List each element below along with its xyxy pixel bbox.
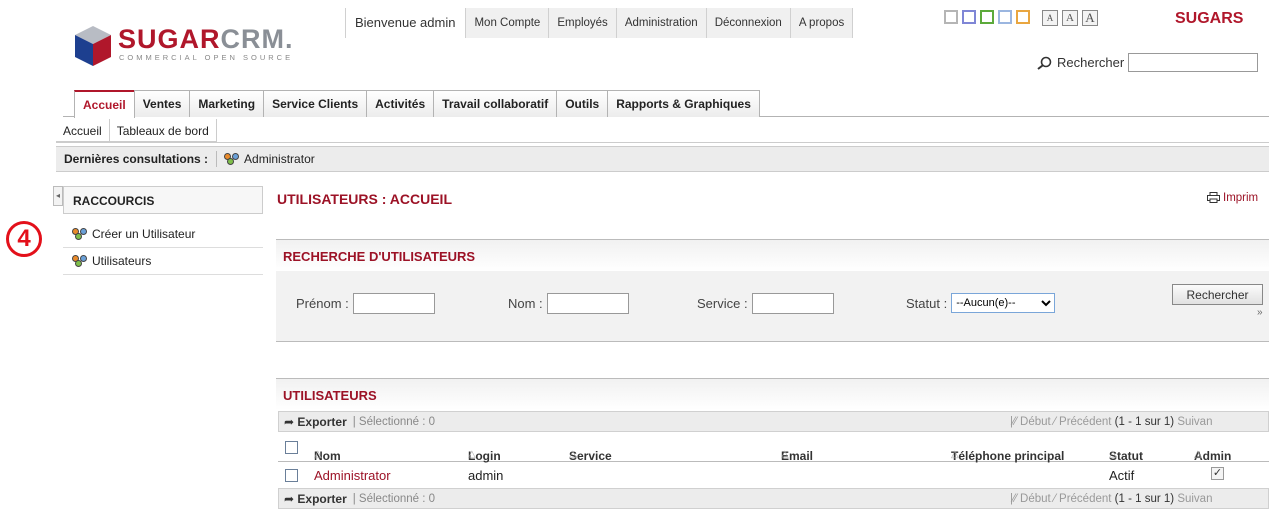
status-select[interactable]: --Aucun(e)-- [951, 293, 1056, 313]
department-label: Service : [697, 296, 748, 311]
selected-count-bottom: | Sélectionné : 0 [352, 492, 436, 505]
pager-start-bottom[interactable]: Début [1020, 493, 1051, 505]
firstname-input[interactable] [352, 293, 435, 314]
search-form: Prénom : Nom : Service : Statut : --Aucu… [276, 271, 1269, 342]
module-tabs: Accueil Ventes Marketing Service Clients… [74, 90, 760, 118]
global-search-input[interactable] [1128, 53, 1259, 72]
pagination-bottom: |⁄⁄ Début ⁄ Précédent (1 - 1 sur 1) Suiv… [1010, 492, 1213, 505]
select-all-checkbox[interactable] [285, 441, 298, 454]
shortcut-create-user-label: Créer un Utilisateur [92, 227, 196, 241]
export-button-bottom[interactable]: ➦ Exporter [279, 492, 347, 506]
shortcuts-title: RACCOURCIS [63, 186, 263, 214]
tab-home[interactable]: Accueil [74, 90, 135, 118]
last-viewed-label: Dernières consultations : [56, 151, 218, 167]
pager-next[interactable]: Suivan [1177, 416, 1212, 428]
sidebar-collapse-toggle[interactable]: ◂ [53, 186, 63, 206]
brand-right-logo: SUGARS [1175, 10, 1244, 27]
tab-activities[interactable]: Activités [366, 90, 435, 117]
tab-support[interactable]: Service Clients [263, 90, 368, 117]
shortcuts-list: Créer un Utilisateur Utilisateurs [63, 221, 263, 275]
last-viewed-item-label: Administrator [244, 152, 315, 166]
pagination: |⁄⁄ Début ⁄ Précédent (1 - 1 sur 1) Suiv… [1010, 415, 1213, 428]
logo-tagline: COMMERCIAL OPEN SOURCE [119, 53, 294, 62]
page-title: UTILISATEURS : ACCUEIL [277, 191, 452, 207]
tab-tools[interactable]: Outils [556, 90, 609, 117]
theme-green-swatch[interactable] [980, 10, 994, 24]
last-viewed-item[interactable]: Administrator [217, 152, 315, 166]
status-label: Statut : [906, 295, 948, 311]
lastname-label: Nom : [508, 296, 543, 311]
tab-collaboration[interactable]: Travail collaboratif [433, 90, 558, 117]
firstname-label: Prénom : [296, 296, 349, 311]
user-name-link[interactable]: Administrator [314, 468, 391, 483]
table-row: Administrator admin Actif ✓ [278, 463, 1269, 488]
shortcut-users-label: Utilisateurs [92, 254, 152, 268]
welcome-text: Bienvenue admin [346, 8, 467, 38]
selected-count: | Sélectionné : 0 [352, 415, 436, 428]
subtab-dashboards[interactable]: Tableaux de bord [110, 119, 217, 141]
shortcut-create-user[interactable]: Créer un Utilisateur [63, 221, 263, 248]
tab-marketing[interactable]: Marketing [189, 90, 265, 117]
link-my-account[interactable]: Mon Compte [466, 8, 550, 38]
pager-start[interactable]: Début [1020, 416, 1051, 428]
users-list-title: UTILISATEURS [276, 378, 1269, 410]
font-large-button[interactable]: A [1082, 10, 1098, 26]
search-section-title: RECHERCHE D'UTILISATEURS [276, 239, 1269, 271]
pager-count-bottom: (1 - 1 sur 1) [1114, 492, 1175, 505]
subtabs: Accueil Tableaux de bord [56, 119, 217, 142]
last-viewed-bar: Dernières consultations : Administrator [56, 146, 1269, 172]
row-checkbox[interactable] [285, 469, 298, 482]
print-link[interactable]: Imprim [1207, 192, 1258, 204]
tab-reports[interactable]: Rapports & Graphiques [607, 90, 760, 117]
pager-prev-bottom[interactable]: Précédent [1059, 493, 1111, 505]
search-icon [1037, 56, 1052, 70]
list-toolbar-top: ➦ Exporter | Sélectionné : 0 |⁄⁄ Début ⁄… [278, 411, 1269, 432]
link-logout[interactable]: Déconnexion [706, 8, 791, 38]
pager-next-bottom[interactable]: Suivan [1177, 493, 1212, 505]
admin-checkbox: ✓ [1211, 467, 1224, 480]
users-icon [224, 153, 241, 165]
create-user-icon [72, 228, 89, 240]
font-medium-button[interactable]: A [1062, 10, 1078, 26]
step-number-badge: 4 [6, 221, 42, 257]
print-link-label: Imprim [1223, 192, 1259, 204]
logo-crm-text: CRM. [220, 24, 294, 54]
list-toolbar-bottom: ➦ Exporter | Sélectionné : 0 |⁄⁄ Début ⁄… [278, 488, 1269, 509]
users-icon [72, 255, 89, 267]
user-status: Actif [1109, 468, 1135, 483]
link-about[interactable]: A propos [790, 8, 854, 38]
table-header: Nom △ Login △ Service △ Email △ Téléphon… [278, 433, 1269, 463]
shortcut-users[interactable]: Utilisateurs [63, 248, 263, 275]
advanced-search-icon[interactable]: » [1257, 307, 1263, 318]
link-employees[interactable]: Employés [549, 8, 617, 38]
font-small-button[interactable]: A [1042, 10, 1058, 26]
tab-sales[interactable]: Ventes [133, 90, 191, 117]
link-administration[interactable]: Administration [616, 8, 707, 38]
global-search-label: Rechercher [1057, 55, 1125, 70]
sugarcrm-logo[interactable]: SUGARCRM. COMMERCIAL OPEN SOURCE [75, 26, 315, 66]
theme-gray-swatch[interactable] [944, 10, 958, 24]
subtab-home[interactable]: Accueil [56, 119, 110, 141]
pager-count: (1 - 1 sur 1) [1114, 415, 1175, 428]
pager-prev[interactable]: Précédent [1059, 416, 1111, 428]
cube-logo-icon [75, 26, 111, 66]
lastname-input[interactable] [546, 293, 629, 314]
department-input[interactable] [751, 293, 834, 314]
theme-blue-swatch[interactable] [998, 10, 1012, 24]
user-login: admin [468, 468, 504, 483]
logo-sugar-text: SUGAR [118, 24, 221, 54]
printer-icon [1207, 192, 1220, 203]
global-search: Rechercher [1037, 53, 1259, 72]
theme-switcher: A A A [944, 10, 1098, 26]
theme-purple-swatch[interactable] [962, 10, 976, 24]
search-button[interactable]: Rechercher [1172, 284, 1263, 305]
export-button[interactable]: ➦ Exporter [279, 415, 347, 429]
top-links: Bienvenue admin Mon Compte Employés Admi… [345, 8, 854, 38]
theme-orange-swatch[interactable] [1016, 10, 1030, 24]
